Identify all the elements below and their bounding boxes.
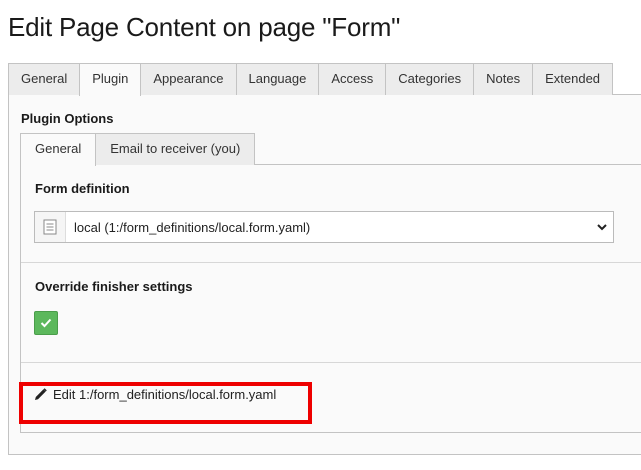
tab-extended[interactable]: Extended [532,63,614,95]
tab-general[interactable]: General [8,63,81,95]
form-definition-label: Form definition [35,181,130,196]
tab-categories[interactable]: Categories [385,63,475,95]
divider [21,362,641,363]
edit-form-definition-link[interactable]: Edit 1:/form_definitions/local.form.yaml [34,387,276,402]
tab-notes[interactable]: Notes [473,63,534,95]
tab-language[interactable]: Language [235,63,320,95]
form-definition-value: local (1:/form_definitions/local.form.ya… [74,219,311,235]
tab-plugin[interactable]: Plugin [79,63,142,96]
plugin-options-tab-bar: General Email to receiver (you) [20,133,641,166]
chevron-down-icon [591,223,613,231]
edit-link-label: Edit 1:/form_definitions/local.form.yaml [53,387,277,402]
plugin-options-label: Plugin Options [21,111,114,126]
inner-tab-email-receiver[interactable]: Email to receiver (you) [95,133,256,165]
plugin-options-panel: Form definition local (1:/form_definitio… [20,165,641,433]
inner-tab-general[interactable]: General [20,133,97,166]
override-finisher-label: Override finisher settings [35,279,193,294]
plugin-panel: Plugin Options General Email to receiver… [8,95,641,455]
document-list-icon [35,212,66,242]
page-title: Edit Page Content on page "Form" [8,12,401,42]
tab-access[interactable]: Access [318,63,387,95]
override-finisher-checkbox[interactable] [34,311,58,335]
checkmark-icon [40,318,52,328]
divider [21,262,641,263]
pencil-icon [34,388,47,401]
tab-appearance[interactable]: Appearance [140,63,237,95]
form-definition-select[interactable]: local (1:/form_definitions/local.form.ya… [34,211,614,243]
top-tab-bar: General Plugin Appearance Language Acces… [8,63,641,96]
